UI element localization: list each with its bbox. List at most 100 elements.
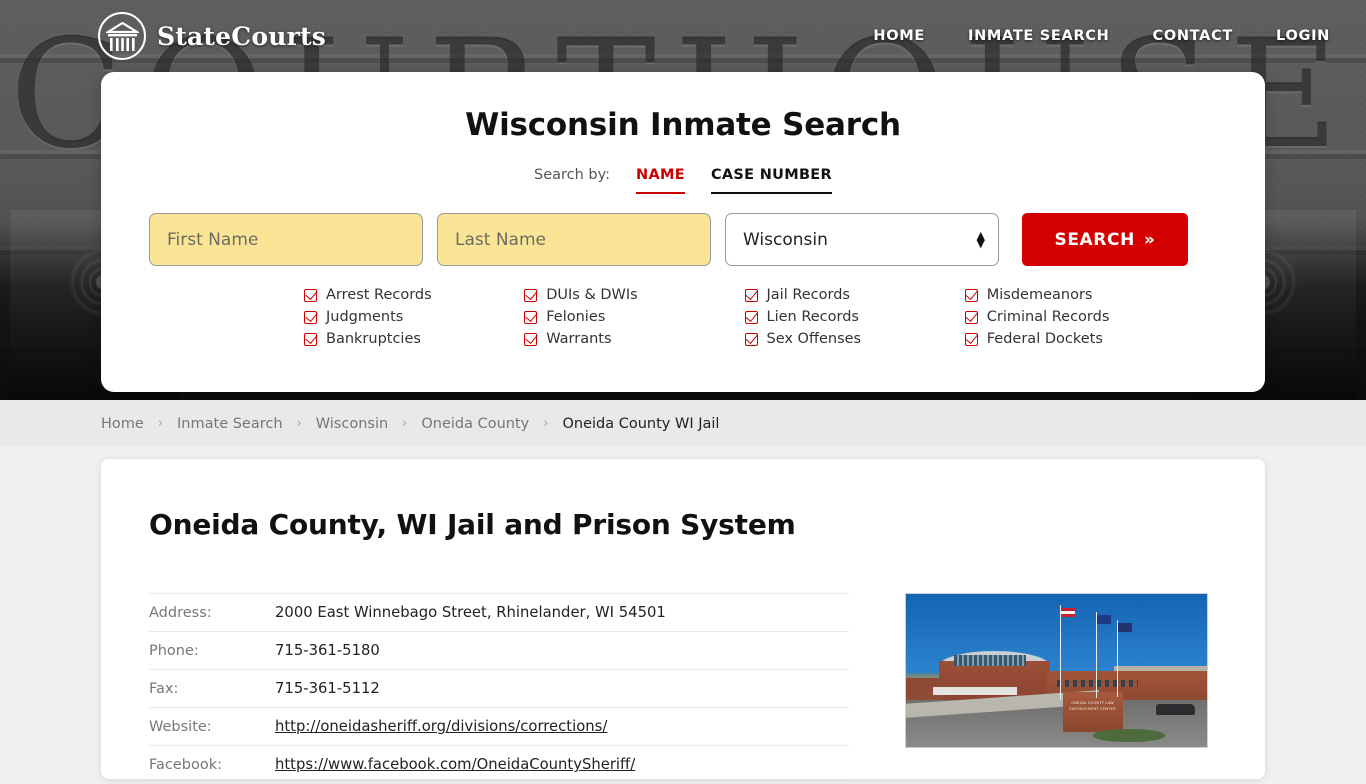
record-type-item[interactable]: Jail Records: [744, 287, 965, 303]
checkbox-checked-icon[interactable]: [964, 288, 978, 302]
detail-label: Fax:: [149, 680, 179, 697]
nav-item-contact[interactable]: CONTACT: [1152, 28, 1233, 44]
record-type-item[interactable]: Lien Records: [744, 309, 965, 325]
last-name-input[interactable]: [437, 213, 711, 266]
record-type-item[interactable]: Arrest Records: [304, 287, 524, 303]
facebook-link[interactable]: https://www.facebook.com/OneidaCountyShe…: [275, 756, 635, 773]
record-type-label: Felonies: [546, 309, 606, 325]
table-row: Fax: 715-361-5112: [149, 670, 849, 708]
search-by-row: Search by: NAME CASE NUMBER: [149, 167, 1217, 194]
record-type-item[interactable]: Criminal Records: [964, 309, 1185, 325]
record-type-label: Sex Offenses: [766, 331, 862, 347]
record-type-item[interactable]: Judgments: [304, 309, 524, 325]
record-type-item[interactable]: Bankruptcies: [304, 331, 524, 347]
checkbox-checked-icon[interactable]: [304, 310, 317, 324]
courthouse-circle-icon: [98, 12, 146, 60]
record-type-checkbox-grid: Arrest Records DUIs & DWIs Jail Records …: [304, 287, 1185, 347]
page-title: Oneida County, WI Jail and Prison System: [149, 508, 796, 541]
search-button[interactable]: SEARCH »: [1022, 213, 1188, 266]
record-type-item[interactable]: Felonies: [524, 309, 744, 325]
record-type-item[interactable]: Warrants: [524, 331, 744, 347]
photo-parked-car: [1155, 704, 1195, 715]
photo-sign-text: ONEIDA COUNTY LAW ENFORCEMENT CENTER: [1069, 700, 1116, 711]
search-button-label: SEARCH: [1054, 229, 1135, 250]
state-select[interactable]: Wisconsin: [725, 213, 999, 266]
record-type-item[interactable]: Sex Offenses: [744, 331, 965, 347]
photo-clerestory-windows: [954, 655, 1027, 666]
top-navigation-bar: StateCourts HOME INMATE SEARCH CONTACT L…: [0, 0, 1366, 72]
photo-entry-canopy: [933, 687, 1018, 695]
checkbox-checked-icon[interactable]: [744, 332, 758, 346]
record-type-label: Judgments: [326, 309, 404, 325]
checkbox-checked-icon[interactable]: [524, 332, 538, 346]
main-nav-links: HOME INMATE SEARCH CONTACT LOGIN: [873, 28, 1330, 44]
detail-value: 715-361-5112: [275, 680, 380, 697]
breadcrumb-item-wisconsin[interactable]: Wisconsin: [316, 416, 388, 432]
detail-label: Website:: [149, 718, 212, 735]
record-type-label: Federal Dockets: [986, 331, 1103, 347]
nav-item-home[interactable]: HOME: [873, 28, 925, 44]
checkbox-checked-icon[interactable]: [304, 288, 317, 302]
breadcrumb-item-home[interactable]: Home: [101, 416, 144, 432]
checkbox-checked-icon[interactable]: [744, 310, 758, 324]
breadcrumb: Home › Inmate Search › Wisconsin › Oneid…: [101, 416, 719, 432]
jail-facility-photo: ONEIDA COUNTY LAW ENFORCEMENT CENTER: [905, 593, 1208, 748]
chevron-right-icon: ›: [402, 416, 408, 431]
brand-name: StateCourts: [157, 21, 326, 51]
detail-label: Address:: [149, 604, 212, 621]
record-type-label: DUIs & DWIs: [546, 287, 638, 303]
brand-logo[interactable]: StateCourts: [98, 12, 326, 60]
record-type-item[interactable]: DUIs & DWIs: [524, 287, 744, 303]
jail-info-row: Address: 2000 East Winnebago Street, Rhi…: [149, 593, 1217, 784]
table-row: Phone: 715-361-5180: [149, 632, 849, 670]
nav-item-inmate-search[interactable]: INMATE SEARCH: [968, 28, 1110, 44]
first-name-input[interactable]: [149, 213, 423, 266]
breadcrumb-item-oneida-county[interactable]: Oneida County: [421, 416, 529, 432]
table-row: Address: 2000 East Winnebago Street, Rhi…: [149, 593, 849, 632]
chevron-right-icon: ›: [157, 416, 164, 431]
checkbox-checked-icon[interactable]: [964, 310, 978, 324]
jail-details-table: Address: 2000 East Winnebago Street, Rhi…: [149, 593, 849, 784]
jail-detail-card: Oneida County, WI Jail and Prison System…: [101, 459, 1265, 784]
record-type-item[interactable]: Misdemeanors: [964, 287, 1185, 303]
chevron-right-icon: ›: [543, 416, 549, 431]
table-row: Facebook: https://www.facebook.com/Oneid…: [149, 746, 849, 784]
record-type-label: Jail Records: [766, 287, 850, 303]
chevron-right-icon: ›: [296, 416, 302, 431]
search-card-title: Wisconsin Inmate Search: [465, 107, 901, 143]
detail-label: Facebook:: [149, 756, 223, 773]
breadcrumb-item-inmate-search[interactable]: Inmate Search: [177, 416, 283, 432]
photo-monument-sign: ONEIDA COUNTY LAW ENFORCEMENT CENTER: [1062, 691, 1123, 732]
detail-value: 715-361-5180: [275, 642, 380, 659]
checkbox-checked-icon[interactable]: [524, 288, 538, 302]
checkbox-checked-icon[interactable]: [744, 288, 758, 302]
tab-search-by-case-number[interactable]: CASE NUMBER: [710, 167, 832, 194]
record-type-label: Arrest Records: [326, 287, 432, 303]
inmate-search-card: Wisconsin Inmate Search Search by: NAME …: [101, 72, 1265, 392]
photo-state-flag-icon: [1097, 615, 1112, 625]
detail-value: 2000 East Winnebago Street, Rhinelander,…: [275, 604, 666, 621]
record-type-item[interactable]: Federal Dockets: [964, 331, 1185, 347]
record-type-label: Misdemeanors: [986, 287, 1093, 303]
breadcrumb-bar: Home › Inmate Search › Wisconsin › Oneid…: [0, 400, 1366, 447]
website-link[interactable]: http://oneidasheriff.org/divisions/corre…: [275, 718, 607, 735]
photo-us-flag-icon: [1061, 607, 1075, 617]
tab-search-by-name[interactable]: NAME: [636, 167, 685, 194]
detail-label: Phone:: [149, 642, 199, 659]
breadcrumb-item-current: Oneida County WI Jail: [562, 415, 720, 432]
record-type-label: Lien Records: [766, 309, 859, 325]
search-form-row: Wisconsin ▲▼ SEARCH »: [149, 213, 1217, 266]
checkbox-checked-icon[interactable]: [524, 310, 538, 324]
double-chevron-right-icon: »: [1143, 229, 1156, 250]
record-type-label: Warrants: [546, 331, 612, 347]
photo-flagpole: [1095, 612, 1098, 699]
photo-landscaping: [1092, 728, 1165, 743]
nav-item-login[interactable]: LOGIN: [1276, 28, 1330, 44]
search-by-label: Search by:: [534, 167, 611, 183]
checkbox-checked-icon[interactable]: [964, 332, 978, 346]
photo-window-band: [1056, 679, 1138, 688]
record-type-label: Criminal Records: [986, 309, 1110, 325]
checkbox-checked-icon[interactable]: [304, 332, 317, 346]
state-select-wrapper: Wisconsin ▲ ▼: [725, 213, 999, 266]
table-row: Website: http://oneidasheriff.org/divisi…: [149, 708, 849, 746]
